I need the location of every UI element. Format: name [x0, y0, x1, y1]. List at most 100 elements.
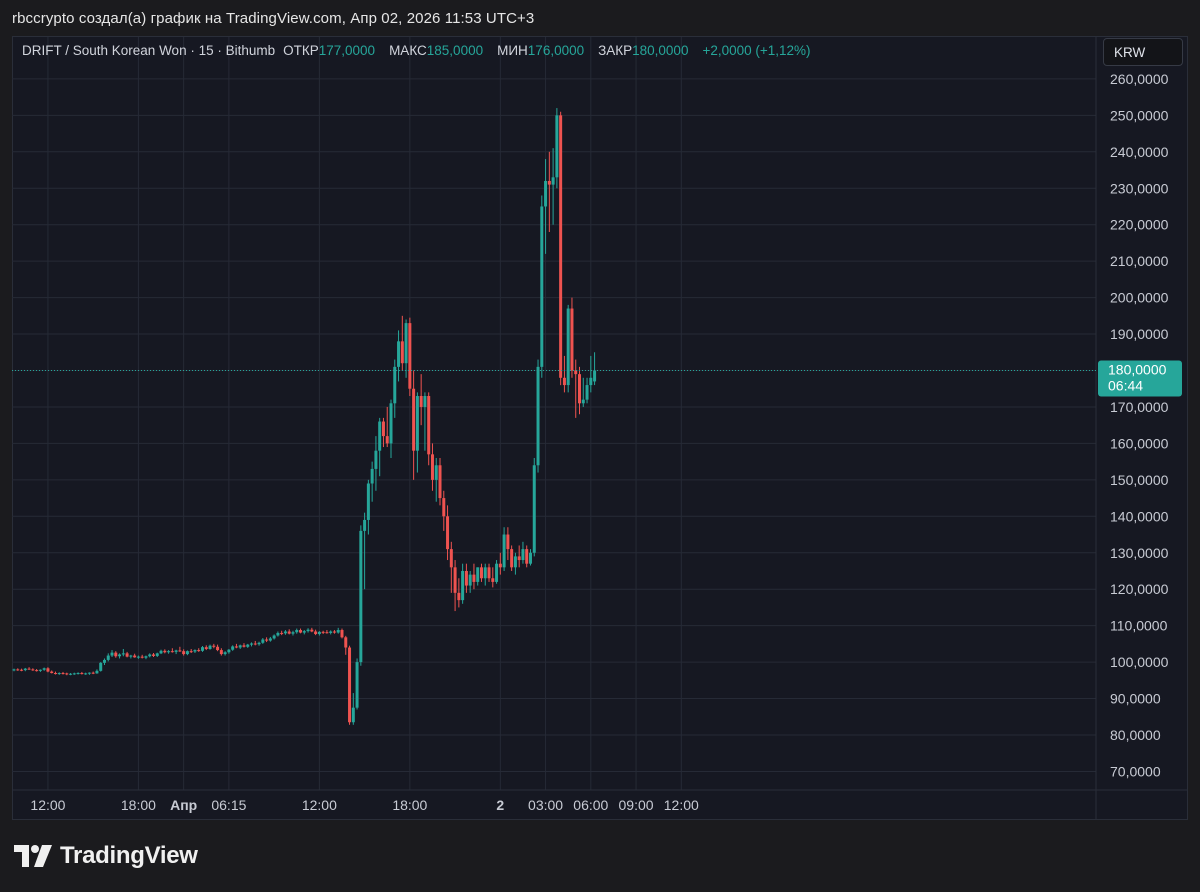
candle-body: [102, 659, 106, 663]
candle-body: [570, 308, 574, 371]
candle-body: [208, 645, 212, 649]
price-tick-label: 200,0000: [1110, 290, 1169, 306]
price-tick-label: 220,0000: [1110, 217, 1169, 233]
candle-up: [276, 631, 280, 637]
candle-up: [106, 653, 110, 662]
candle-body: [389, 403, 393, 444]
price-tick-label: 160,0000: [1110, 435, 1169, 451]
price-tick-label: 90,0000: [1110, 691, 1161, 707]
candle-body: [163, 650, 167, 653]
candle-down: [280, 630, 284, 636]
symbol-label[interactable]: DRIFT / South Korean Won · 15 · Bithumb: [22, 43, 275, 58]
time-tick-label: 06:00: [573, 797, 608, 813]
candle-body: [483, 567, 487, 579]
candle-body: [385, 436, 389, 444]
candle-up: [483, 563, 487, 586]
price-tick-label: 230,0000: [1110, 180, 1169, 196]
candle-up: [302, 630, 306, 635]
candle-up: [118, 653, 122, 659]
candle-body: [476, 567, 480, 582]
candle-up: [148, 653, 152, 658]
candle-body: [204, 647, 208, 649]
candle-up: [250, 642, 254, 647]
candle-body: [555, 115, 559, 178]
candle-down: [219, 648, 223, 656]
candle-body: [38, 669, 42, 671]
candle-down: [20, 668, 24, 672]
candle-body: [381, 421, 385, 437]
candle-up: [295, 628, 299, 634]
candle-body: [317, 631, 321, 635]
candle-up: [257, 641, 261, 646]
candle-up: [283, 630, 287, 635]
candle-down: [242, 643, 246, 648]
candle-body: [589, 377, 593, 386]
currency-button[interactable]: KRW: [1103, 38, 1183, 66]
candle-body: [246, 644, 250, 647]
candle-down: [412, 370, 416, 480]
candle-down: [140, 654, 144, 659]
candle-body: [57, 673, 61, 675]
candle-body: [216, 646, 220, 651]
candle-down: [80, 671, 84, 675]
candle-body: [498, 563, 502, 568]
ohlc-legend: DRIFT / South Korean Won · 15 · Bithumb …: [22, 43, 811, 58]
candle-body: [574, 370, 578, 375]
price-axis: 70,0000 80,0000 90,0000 100,0000 110,0000 120…: [1098, 71, 1182, 779]
candle-body: [106, 655, 110, 660]
candle-down: [559, 111, 563, 386]
candle-down: [163, 649, 167, 654]
candle-body: [378, 421, 382, 451]
candle-down: [332, 630, 336, 634]
candle-down: [314, 629, 318, 636]
candle-body: [125, 653, 129, 657]
candle-up: [38, 669, 42, 672]
candle-up: [566, 304, 570, 393]
candle-body: [261, 639, 265, 643]
candle-body: [238, 645, 242, 648]
candle-body: [110, 652, 114, 656]
candle-body: [536, 366, 540, 466]
candle-body: [178, 650, 182, 652]
candle-body: [329, 631, 333, 633]
candle-body: [16, 669, 20, 671]
tradingview-logo[interactable]: TradingView: [14, 842, 198, 870]
candle-body: [170, 651, 174, 653]
candle-up: [57, 672, 61, 675]
candle-body: [27, 668, 31, 670]
candle-down: [344, 635, 348, 655]
candle-down: [453, 560, 457, 612]
candle-down: [506, 527, 510, 561]
candle-up: [370, 461, 374, 502]
candle-body: [415, 396, 419, 451]
candle-down: [446, 505, 450, 561]
candle-down: [464, 563, 468, 593]
candle-down: [31, 668, 35, 671]
candle-down: [204, 645, 208, 651]
candle-body: [234, 646, 238, 648]
low-value: 176,0000: [527, 43, 585, 58]
candle-down: [419, 374, 423, 426]
candle-down: [325, 630, 329, 634]
candle-up: [476, 567, 480, 586]
candlestick-chart[interactable]: 70,0000 80,0000 90,0000 100,0000 110,0000 120…: [0, 0, 1200, 892]
candle-up: [208, 644, 212, 650]
price-tick-label: 190,0000: [1110, 326, 1169, 342]
candle-up: [389, 399, 393, 458]
candle-up: [268, 636, 272, 642]
candle-body: [472, 574, 476, 582]
candle-body: [287, 631, 291, 634]
candle-body: [95, 670, 99, 674]
time-tick-label: 12:00: [302, 797, 337, 813]
candle-body: [174, 650, 178, 652]
candle-body: [559, 115, 563, 378]
candle-body: [291, 632, 295, 634]
candle-up: [42, 667, 46, 671]
candle-up: [423, 392, 427, 451]
candle-body: [50, 671, 54, 674]
candle-up: [366, 479, 370, 535]
candle-down: [35, 669, 39, 672]
candle-up: [72, 672, 76, 675]
candle-up: [95, 669, 99, 674]
price-tick-label: 100,0000: [1110, 654, 1169, 670]
